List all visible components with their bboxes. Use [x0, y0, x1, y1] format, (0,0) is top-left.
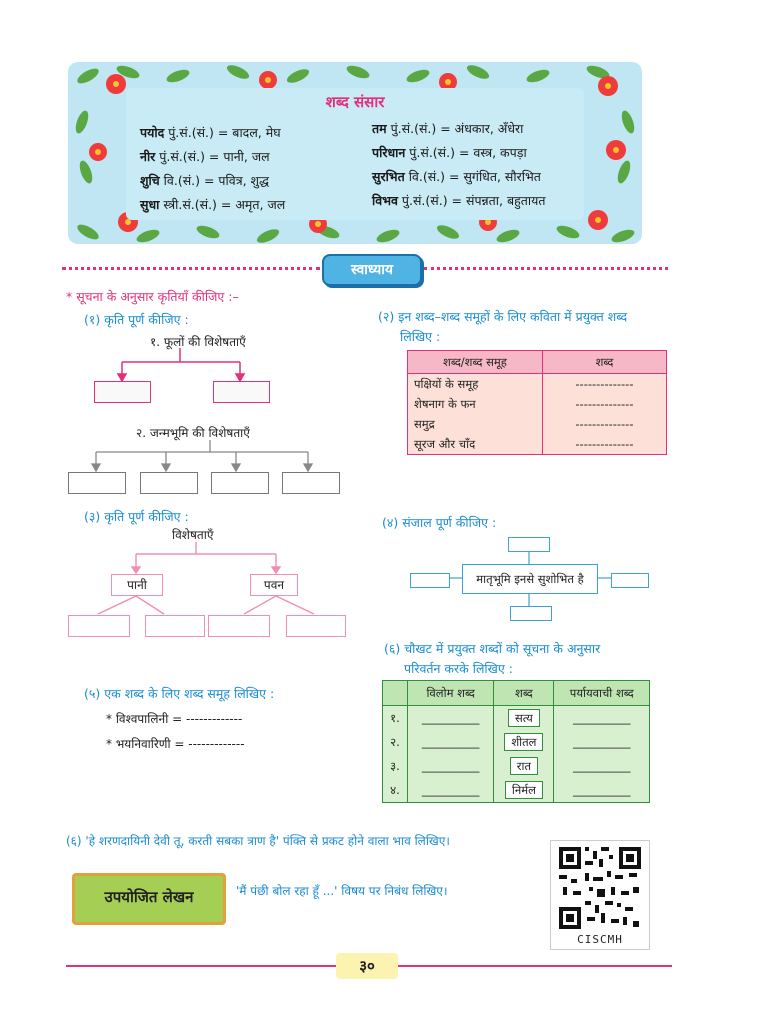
q2-title: (२) इन शब्द–शब्द समूहों के लिए कविता में… [378, 309, 628, 324]
q6-blank[interactable]: __________ [553, 778, 650, 803]
q3-answer-box[interactable] [145, 615, 205, 637]
vocab-entry: नीर पुं.सं.(सं.) = पानी, जल [140, 149, 270, 164]
q6-table: विलोम शब्द शब्द पर्यायवाची शब्द १. _____… [382, 680, 650, 803]
vocabulary-title: शब्द संसार [325, 93, 385, 111]
q4-center-node: मातृभूमि इनसे सुशोभित है [462, 564, 598, 594]
q1-answer-box[interactable] [213, 381, 270, 403]
q6-blank[interactable]: __________ [406, 754, 495, 778]
q5-title: (५) एक शब्द के लिए शब्द समूह लिखिए : [84, 686, 275, 701]
q6-word-cell: शीतल [493, 730, 555, 754]
q3-title: (३) कृति पूर्ण कीजिए : [84, 509, 189, 524]
q1-answer-box[interactable] [211, 472, 269, 494]
footer-rule-left [66, 965, 336, 967]
q4-answer-box[interactable] [611, 573, 649, 588]
q6-title: (६) चौखट में प्रयुक्त शब्दों को सूचना के… [384, 641, 601, 656]
q6-word: निर्मल [504, 781, 543, 799]
q6-header: विलोम शब्द [406, 680, 495, 706]
q6-header [382, 680, 408, 706]
qr-code: CISCMH [550, 840, 650, 950]
q3-node-right: पवन [250, 574, 298, 596]
q3-answer-box[interactable] [208, 615, 270, 637]
q7-title: (६) 'हे शरणदायिनी देवी तू, करती सबका त्र… [66, 834, 450, 848]
q6-title-cont: परिवर्तन करके लिखिए : [404, 661, 513, 676]
q6-blank[interactable]: __________ [406, 778, 495, 803]
q2-row-label: पक्षियों के समूह [407, 373, 543, 394]
q2-table: शब्द/शब्द समूह शब्द पक्षियों के समूह ---… [407, 350, 668, 455]
q6-blank[interactable]: __________ [406, 705, 495, 730]
q4-answer-box[interactable] [508, 537, 550, 552]
q1-connector-1 [116, 348, 246, 383]
q6-word: रात [509, 757, 539, 775]
upayojit-lekhan-badge: उपयोजित लेखन [72, 873, 226, 925]
instruction-text: * सूचना के अनुसार कृतियाँ कीजिए :– [66, 289, 239, 304]
q2-header: शब्द [541, 350, 668, 374]
vocab-entry: विभव पुं.सं.(सं.) = संपन्नता, बहुतायत [372, 193, 546, 208]
q6-row-number: ४. [382, 778, 408, 803]
vocab-entry: सुरभित वि.(सं.) = सुगंधित, सौरभित [372, 169, 541, 184]
q6-row-number: ३. [382, 754, 408, 778]
q2-row-label: समुद्र [407, 414, 543, 434]
dotted-divider-right [424, 267, 668, 270]
q2-blank[interactable]: -------------- [542, 394, 668, 414]
q3-node-left: पानी [111, 574, 163, 596]
q6-word-cell: सत्य [493, 705, 555, 730]
upayojit-label: उपयोजित लेखन [104, 888, 194, 906]
dotted-divider-left [62, 267, 320, 270]
q6-header: शब्द [493, 680, 555, 706]
q1-title: (१) कृति पूर्ण कीजिए : [84, 312, 189, 327]
q2-row-label: सूरज और चाँद [407, 434, 543, 455]
q5-item[interactable]: * विश्वपालिनी = ------------- [106, 710, 242, 727]
q1-answer-box[interactable] [282, 472, 340, 494]
q6-blank[interactable]: __________ [553, 705, 650, 730]
q4-title: (४) संजाल पूर्ण कीजिए : [382, 515, 497, 530]
q6-word-cell: रात [493, 754, 555, 778]
q1-connector-2 [90, 440, 314, 473]
q2-blank[interactable]: -------------- [542, 373, 668, 394]
upayojit-text: 'मैं पंछी बोल रहा हूँ ...' विषय पर निबंध… [236, 884, 448, 898]
q6-header: पर्यायवाची शब्द [553, 680, 650, 706]
q2-title-cont: लिखिए : [400, 329, 441, 344]
q1-answer-box[interactable] [68, 472, 126, 494]
q6-word: शीतल [504, 733, 544, 751]
q6-word-cell: निर्मल [493, 778, 555, 803]
q3-answer-box[interactable] [286, 615, 346, 637]
q6-blank[interactable]: __________ [553, 730, 650, 754]
page-number: ३० [336, 953, 398, 979]
q2-row-label: शेषनाग के फन [407, 394, 543, 414]
q3-answer-box[interactable] [68, 615, 130, 637]
q1-sub2: २. जन्मभूमि की विशेषताएँ [136, 426, 250, 440]
q6-blank[interactable]: __________ [406, 730, 495, 754]
q6-row-number: २. [382, 730, 408, 754]
q6-word: सत्य [508, 709, 540, 727]
q1-answer-box[interactable] [140, 472, 198, 494]
vocab-entry: शुचि वि.(सं.) = पवित्र, शुद्ध [140, 173, 270, 188]
footer-rule-right [398, 965, 672, 967]
vocab-entry: सुधा स्त्री.सं.(सं.) = अमृत, जल [140, 197, 286, 212]
q4-answer-box[interactable] [510, 606, 552, 621]
vocab-entry: परिधान पुं.सं.(सं.) = वस्त्र, कपड़ा [372, 145, 527, 160]
q4-answer-box[interactable] [410, 573, 450, 588]
q2-blank[interactable]: -------------- [542, 414, 668, 434]
section-badge: स्वाध्याय [322, 254, 422, 286]
q3-connector [97, 542, 315, 615]
vocabulary-box: शब्द संसार पयोद पुं.सं.(सं.) = बादल, मेघ… [68, 62, 642, 244]
q1-answer-box[interactable] [94, 381, 151, 403]
q6-blank[interactable]: __________ [553, 754, 650, 778]
vocab-entry: तम पुं.सं.(सं.) = अंधकार, अँधेरा [372, 121, 524, 136]
qr-caption: CISCMH [577, 933, 623, 946]
q5-item[interactable]: * भयनिवारिणी = ------------- [106, 735, 245, 752]
q2-header: शब्द/शब्द समूह [407, 350, 543, 374]
qr-code-icon [559, 847, 641, 929]
vocab-entry: पयोद पुं.सं.(सं.) = बादल, मेघ [140, 125, 281, 140]
q6-row-number: १. [382, 705, 408, 730]
q2-blank[interactable]: -------------- [542, 434, 668, 455]
